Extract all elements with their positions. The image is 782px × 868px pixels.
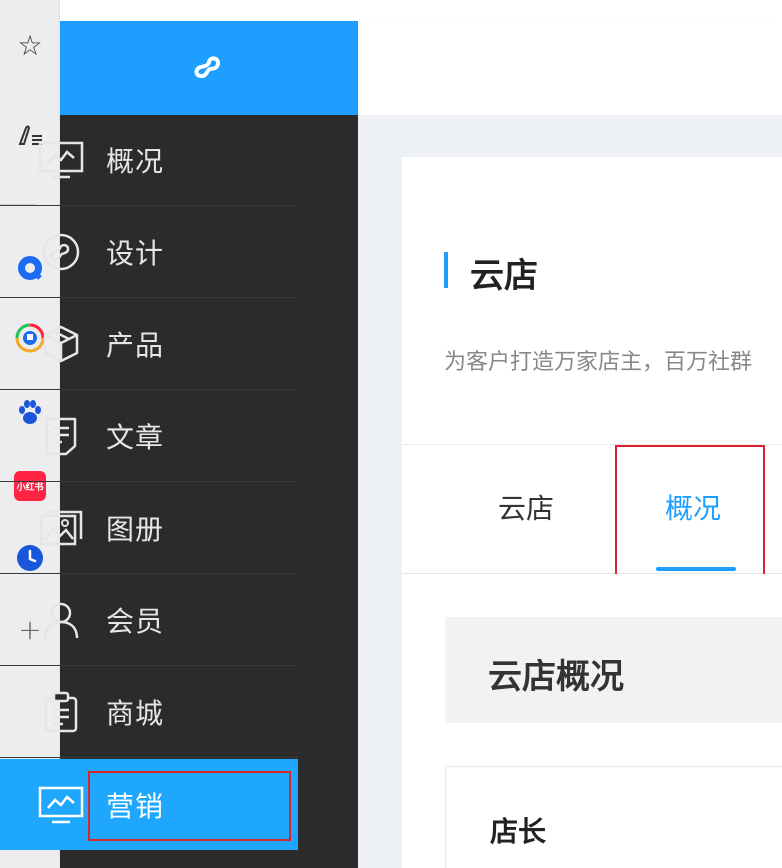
title-accent-bar	[444, 252, 448, 288]
mini-program-icon	[194, 56, 221, 78]
document-icon	[36, 416, 86, 456]
sidebar-item-overview[interactable]: 概况	[0, 115, 298, 206]
chart-monitor-icon	[36, 785, 86, 825]
top-header	[358, 21, 782, 115]
sidebar-item-label: 文章	[106, 421, 165, 454]
sidebar-item-mall[interactable]: 商城	[0, 667, 298, 758]
sidebar-item-label: 营销	[106, 789, 165, 823]
tab-bar	[402, 444, 782, 574]
chart-monitor-icon	[36, 140, 86, 180]
title-card	[402, 157, 782, 444]
sidebar-item-label: 图册	[106, 513, 165, 546]
sidebar-item-gallery[interactable]: 图册	[0, 483, 298, 574]
sidebar-item-label: 产品	[106, 329, 165, 362]
sidebar-item-design[interactable]: 设计	[0, 207, 298, 298]
mini-program-circle-icon	[36, 232, 86, 272]
sidebar-item-label: 概况	[106, 145, 165, 178]
page-description: 为客户打造万家店主，百万社群	[444, 350, 753, 375]
star-icon[interactable]: ☆	[0, 26, 60, 66]
page-title: 云店	[470, 256, 538, 296]
top-strip	[60, 0, 782, 21]
clipboard-icon	[36, 691, 86, 733]
section-title: 云店概况	[488, 657, 624, 697]
user-icon	[36, 600, 86, 640]
tab-active-indicator	[656, 567, 736, 571]
image-gallery-icon	[36, 508, 86, 548]
sidebar-item-label: 设计	[106, 237, 165, 270]
store-manager-title: 店长	[490, 815, 547, 848]
sidebar-item-marketing[interactable]: 营销	[0, 759, 298, 850]
sidebar-item-label: 商城	[106, 697, 165, 730]
tab-cloud-store[interactable]: 云店	[498, 487, 554, 527]
logo[interactable]	[60, 21, 358, 115]
tab-overview[interactable]: 概况	[665, 487, 721, 527]
cube-icon	[36, 324, 86, 364]
sidebar-item-products[interactable]: 产品	[0, 299, 298, 390]
sidebar-item-label: 会员	[106, 605, 165, 638]
sidebar-item-members[interactable]: 会员	[0, 575, 298, 666]
sidebar-item-articles[interactable]: 文章	[0, 391, 298, 482]
